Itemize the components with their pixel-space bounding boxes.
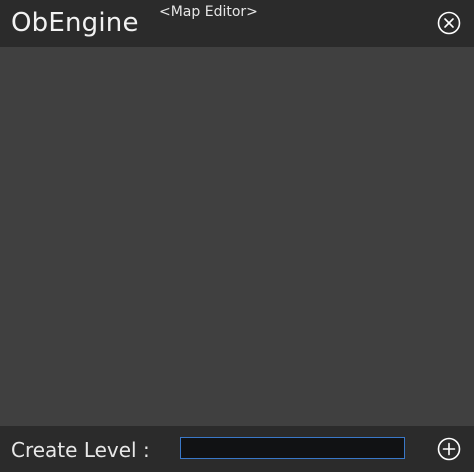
add-level-button[interactable] — [437, 437, 461, 461]
close-icon — [437, 11, 461, 35]
create-level-label: Create Level : — [11, 438, 150, 462]
plus-icon — [437, 437, 461, 461]
close-button[interactable] — [437, 11, 461, 35]
app-window: ObEngine <Map Editor> Create Level : — [0, 0, 474, 472]
app-name: ObEngine — [11, 8, 139, 38]
title-bar: ObEngine <Map Editor> — [0, 0, 474, 47]
level-name-input[interactable] — [180, 437, 405, 459]
editor-mode-title: <Map Editor> — [159, 4, 258, 20]
level-list-area — [0, 47, 474, 426]
